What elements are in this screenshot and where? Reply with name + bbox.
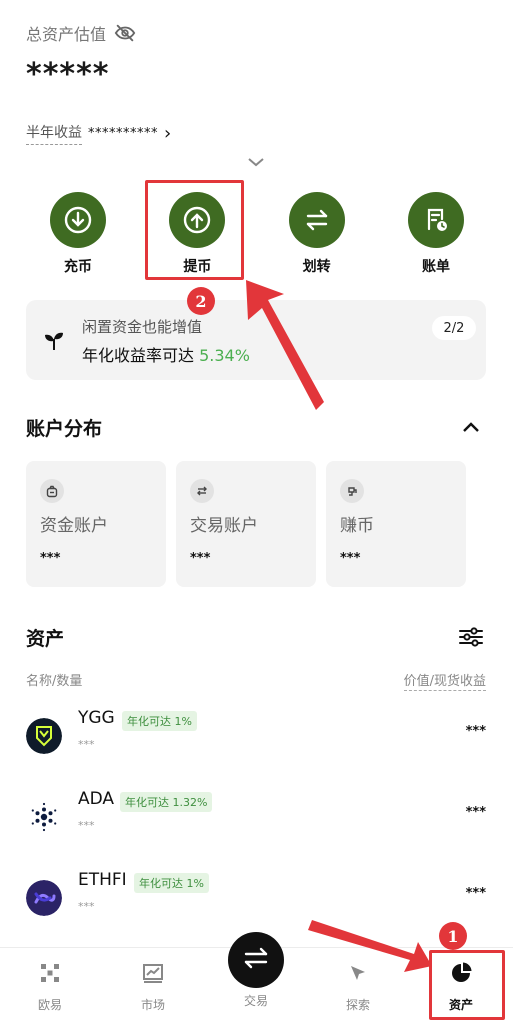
funding-account-value: ***: [40, 551, 61, 566]
half-year-profit-row[interactable]: 半年收益 ********** ›: [26, 122, 486, 145]
asset-symbol: ETHFI: [78, 870, 127, 890]
quick-actions: 充币 提币 划转 账单: [22, 192, 492, 276]
tab-explore[interactable]: 探索: [318, 962, 398, 1013]
ethfi-logo-icon: [26, 880, 62, 916]
tab-market[interactable]: 市场: [113, 962, 193, 1013]
asset-symbol: YGG: [78, 708, 115, 728]
column-header-name: 名称/数量: [26, 674, 83, 689]
asset-amount: ***: [78, 900, 95, 913]
asset-value: ***: [465, 805, 486, 820]
okx-logo-icon: [39, 962, 61, 988]
exchange-icon: [190, 479, 214, 503]
deposit-button[interactable]: 充币: [22, 192, 134, 276]
apy-badge: 年化可达 1%: [134, 873, 209, 893]
asset-value: ***: [465, 886, 486, 901]
tab-label: 市场: [140, 998, 165, 1012]
column-header-value[interactable]: 价值/现货收益: [403, 670, 486, 691]
promo-page-indicator: 2/2: [432, 316, 476, 340]
ada-logo-icon: [26, 799, 62, 835]
asset-value: ***: [465, 724, 486, 739]
asset-row-ada[interactable]: ADA 年化可达 1.32% *** ***: [26, 789, 486, 849]
earn-account-card[interactable]: 赚币 ***: [326, 461, 466, 587]
filter-settings-icon[interactable]: [458, 626, 484, 648]
chevron-up-icon[interactable]: [460, 418, 482, 436]
asset-row-ethfi[interactable]: ETHFI 年化可达 1% *** ***: [26, 870, 486, 930]
tab-okx[interactable]: 欧易: [10, 962, 90, 1013]
funding-account-name: 资金账户: [40, 516, 108, 536]
chevron-down-icon[interactable]: [246, 152, 266, 172]
sprout-icon: [42, 328, 66, 352]
trading-account-card[interactable]: 交易账户 ***: [176, 461, 316, 587]
trade-fab-button[interactable]: [228, 932, 284, 988]
promo-title: 闲置资金也能增值: [82, 318, 203, 336]
deposit-label: 充币: [64, 259, 92, 275]
swap-icon: [241, 943, 271, 977]
transfer-icon: [288, 192, 345, 248]
compass-icon: [347, 962, 369, 988]
tab-trade-label[interactable]: 交易: [228, 992, 284, 1009]
earn-icon: [340, 479, 364, 503]
chart-icon: [142, 962, 164, 988]
total-asset-label-row: 总资产估值: [26, 20, 486, 46]
asset-amount: ***: [78, 819, 95, 832]
half-year-value: **********: [88, 125, 158, 141]
highlight-box-assets-tab: [429, 950, 505, 1020]
earn-account-name: 赚币: [340, 516, 374, 536]
step-marker-1: 1: [439, 922, 467, 950]
deposit-icon: [50, 192, 106, 248]
trading-account-name: 交易账户: [190, 516, 258, 536]
half-year-label: 半年收益: [26, 122, 82, 145]
assets-title: 资产: [26, 628, 65, 650]
transfer-label: 划转: [302, 259, 331, 275]
account-distribution-title: 账户分布: [26, 418, 103, 440]
bill-icon: [407, 192, 464, 248]
bill-button[interactable]: 账单: [380, 192, 492, 276]
tab-label: 欧易: [37, 998, 62, 1012]
funding-account-card[interactable]: 资金账户 ***: [26, 461, 166, 587]
eye-hidden-icon[interactable]: [114, 22, 136, 44]
wallet-icon: [40, 479, 64, 503]
earn-promo-card[interactable]: 闲置资金也能增值 年化收益率可达 5.34% 2/2: [26, 300, 486, 380]
total-asset-label: 总资产估值: [26, 25, 107, 44]
asset-header: 总资产估值 ***** 半年收益 ********** ›: [26, 20, 486, 145]
apy-badge: 年化可达 1.32%: [120, 792, 213, 812]
apy-badge: 年化可达 1%: [122, 711, 197, 731]
earn-account-value: ***: [340, 551, 361, 566]
promo-subtitle-text: 年化收益率可达: [82, 346, 200, 365]
ygg-logo-icon: [26, 718, 62, 754]
trading-account-value: ***: [190, 551, 211, 566]
promo-subtitle: 年化收益率可达 5.34%: [82, 342, 250, 366]
tab-label: 探索: [345, 998, 370, 1012]
asset-symbol: ADA: [78, 789, 115, 809]
step-marker-2: 2: [187, 287, 215, 315]
total-balance: *****: [26, 57, 110, 92]
highlight-box-withdraw: [145, 180, 244, 280]
transfer-button[interactable]: 划转: [261, 192, 373, 276]
asset-row-ygg[interactable]: YGG 年化可达 1% *** ***: [26, 708, 486, 768]
chevron-right-icon: ›: [164, 122, 172, 144]
bill-label: 账单: [421, 259, 450, 275]
asset-amount: ***: [78, 738, 95, 751]
promo-rate: 5.34%: [199, 346, 250, 365]
